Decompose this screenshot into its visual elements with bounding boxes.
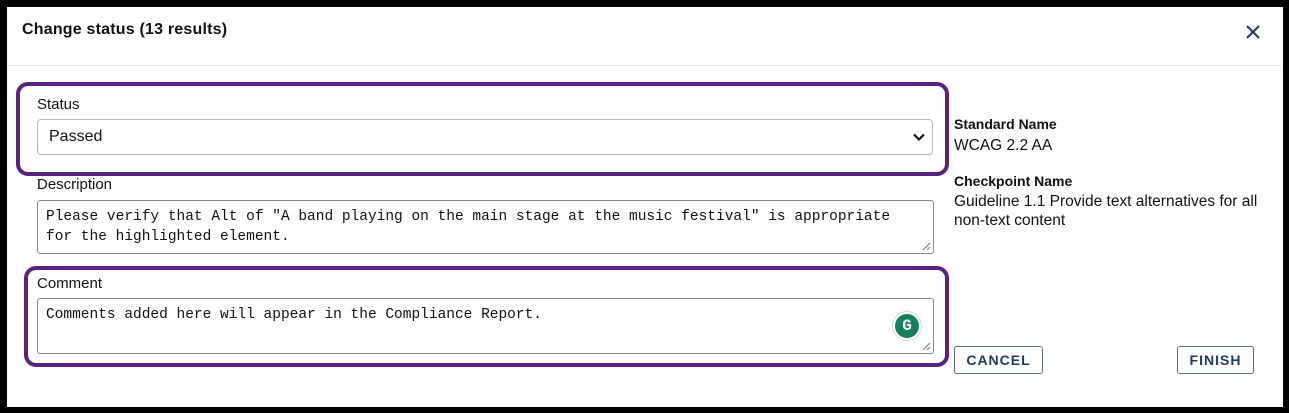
grammarly-letter: G: [902, 317, 912, 335]
close-button[interactable]: [1242, 21, 1264, 43]
checkpoint-name-label: Checkpoint Name: [954, 173, 1073, 189]
resize-handle-icon[interactable]: [921, 241, 931, 251]
change-status-dialog: Change status (13 results) Status Passed…: [7, 7, 1283, 407]
dialog-title: Change status (13 results): [22, 21, 228, 38]
resize-handle-icon[interactable]: [921, 341, 931, 351]
checkpoint-name-value: Guideline 1.1 Provide text alternatives …: [954, 193, 1258, 229]
comment-textarea[interactable]: Comments added here will appear in the C…: [37, 298, 934, 354]
description-label: Description: [37, 176, 113, 193]
standard-name-label: Standard Name: [954, 116, 1057, 132]
description-textarea[interactable]: Please verify that Alt of "A band playin…: [37, 200, 934, 254]
finish-button[interactable]: FINISH: [1177, 346, 1254, 374]
status-select-value: Passed: [49, 128, 103, 145]
dialog-header: Change status (13 results): [7, 7, 1283, 66]
cancel-button[interactable]: CANCEL: [954, 346, 1043, 374]
chevron-down-icon: [913, 133, 925, 142]
comment-label: Comment: [37, 275, 103, 292]
close-icon: [1246, 25, 1260, 39]
standard-name-value: WCAG 2.2 AA: [954, 137, 1053, 154]
description-value: Please verify that Alt of "A band playin…: [46, 209, 891, 245]
status-label: Status: [37, 96, 80, 113]
comment-placeholder: Comments added here will appear in the C…: [46, 307, 542, 323]
status-select[interactable]: Passed: [37, 119, 933, 155]
grammarly-icon[interactable]: G: [893, 312, 921, 340]
